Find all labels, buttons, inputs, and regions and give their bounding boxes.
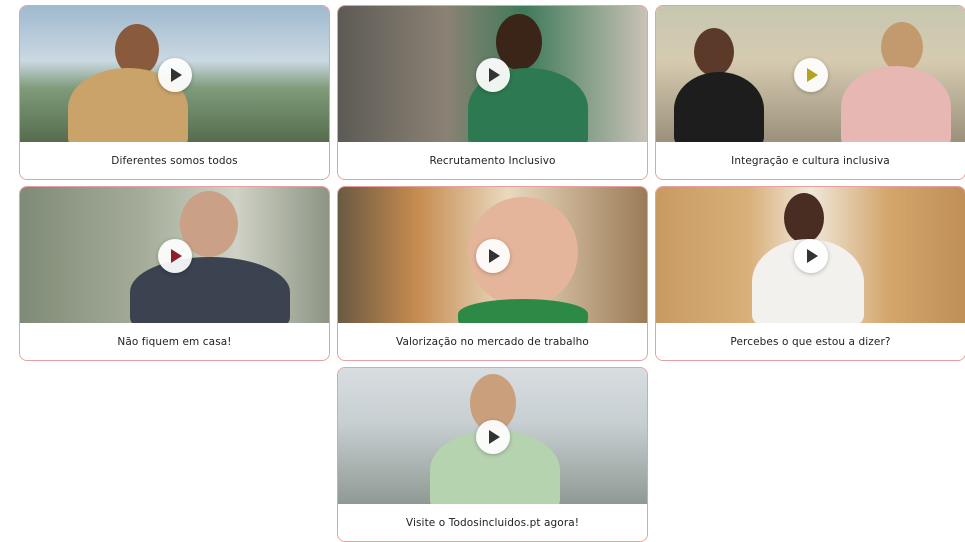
play-triangle-icon xyxy=(170,67,182,82)
video-card-7[interactable]: Visite o Todosincluidos.pt agora! xyxy=(337,367,648,542)
video-thumbnail-4[interactable] xyxy=(20,187,329,324)
person-body xyxy=(130,257,290,324)
video-title: Integração e cultura inclusiva xyxy=(656,142,965,179)
play-icon[interactable] xyxy=(793,238,828,273)
person-head xyxy=(694,28,734,76)
person-head xyxy=(784,193,824,243)
video-title: Percebes o que estou a dizer? xyxy=(656,323,965,360)
video-title: Não fiquem em casa! xyxy=(20,323,329,360)
person-head xyxy=(881,22,923,72)
play-triangle-icon xyxy=(488,429,500,444)
play-triangle-icon xyxy=(806,67,818,82)
play-icon[interactable] xyxy=(793,57,828,92)
video-card-6[interactable]: Percebes o que estou a dizer? xyxy=(655,186,965,361)
play-icon[interactable] xyxy=(157,238,192,273)
play-triangle-icon xyxy=(806,248,818,263)
video-thumbnail-7[interactable] xyxy=(338,368,647,505)
person-body xyxy=(841,66,951,143)
play-icon[interactable] xyxy=(475,57,510,92)
person-body xyxy=(674,72,764,143)
video-card-3[interactable]: Integração e cultura inclusiva xyxy=(655,5,965,180)
video-thumbnail-1[interactable] xyxy=(20,6,329,143)
video-card-1[interactable]: Diferentes somos todos xyxy=(19,5,330,180)
video-thumbnail-5[interactable] xyxy=(338,187,647,324)
video-card-5[interactable]: Valorização no mercado de trabalho xyxy=(337,186,648,361)
play-triangle-icon xyxy=(488,67,500,82)
video-title: Valorização no mercado de trabalho xyxy=(338,323,647,360)
play-triangle-icon xyxy=(488,248,500,263)
video-card-2[interactable]: Recrutamento Inclusivo xyxy=(337,5,648,180)
video-title: Diferentes somos todos xyxy=(20,142,329,179)
video-thumbnail-3[interactable] xyxy=(656,6,965,143)
play-triangle-icon xyxy=(170,248,182,263)
video-title: Recrutamento Inclusivo xyxy=(338,142,647,179)
video-thumbnail-6[interactable] xyxy=(656,187,965,324)
person-body xyxy=(458,299,588,324)
play-icon[interactable] xyxy=(157,57,192,92)
play-icon[interactable] xyxy=(475,238,510,273)
video-grid: Diferentes somos todos Recrutamento Incl… xyxy=(0,0,965,542)
play-icon[interactable] xyxy=(475,419,510,454)
video-card-4[interactable]: Não fiquem em casa! xyxy=(19,186,330,361)
video-thumbnail-2[interactable] xyxy=(338,6,647,143)
video-title: Visite o Todosincluidos.pt agora! xyxy=(338,504,647,541)
